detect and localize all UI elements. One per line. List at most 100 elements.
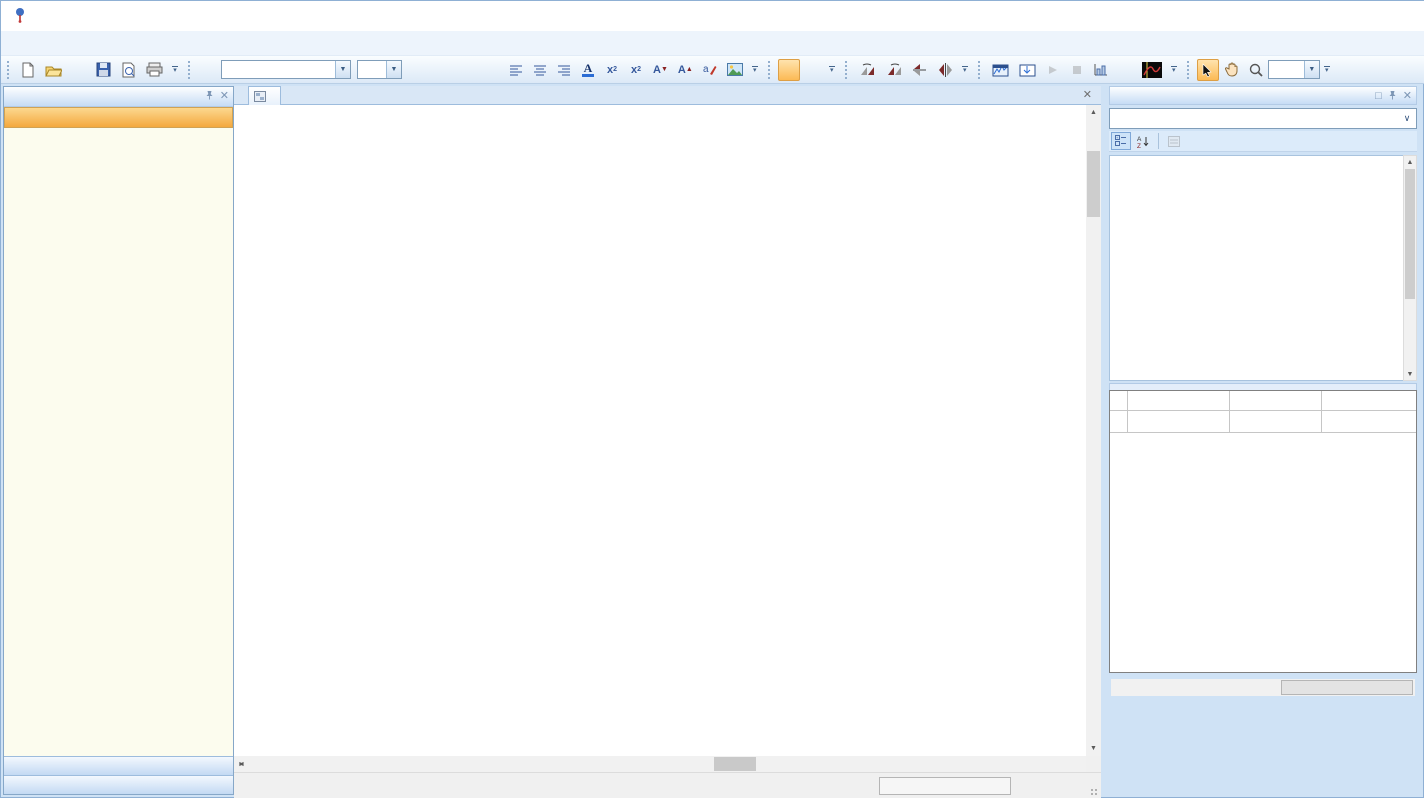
toolbar-grip [768, 61, 773, 79]
font-color-icon[interactable]: A [577, 59, 599, 81]
pan-tool-icon[interactable] [1221, 59, 1243, 81]
print-preview-icon[interactable] [117, 59, 140, 81]
shrink-font-icon[interactable]: A▼ [649, 59, 672, 81]
input-section-bar[interactable] [4, 756, 233, 775]
minimize-button[interactable] [1287, 1, 1333, 31]
superscript-icon[interactable]: x2 [625, 59, 647, 81]
open-file-icon[interactable] [41, 59, 66, 81]
toolbar-overflow-icon[interactable]: ▾ [960, 60, 970, 80]
font-family-select[interactable]: ▼ [221, 60, 351, 79]
close-button[interactable] [1379, 1, 1424, 31]
hscroll-thumb[interactable] [1281, 680, 1413, 695]
canvas-vertical-scrollbar[interactable]: ▲ ▼ [1086, 105, 1101, 756]
table-row[interactable] [1110, 411, 1416, 433]
property-grid [1109, 155, 1403, 381]
vscroll-thumb[interactable] [1405, 169, 1415, 299]
control-blocks-header[interactable] [4, 107, 233, 128]
column-block[interactable] [1128, 391, 1230, 410]
new-file-icon[interactable] [17, 59, 39, 81]
chevron-down-icon[interactable]: ▼ [335, 61, 350, 78]
toolbar-overflow-icon[interactable]: ▾ [1169, 60, 1179, 80]
font-icon[interactable] [198, 59, 220, 81]
align-right-icon[interactable] [553, 59, 575, 81]
stop-icon[interactable] [1066, 59, 1088, 81]
chevron-down-icon[interactable]: ▼ [1304, 61, 1319, 78]
rename-icon[interactable]: a [699, 59, 721, 81]
toolbar-grip [845, 61, 850, 79]
print-icon[interactable] [142, 59, 167, 81]
strikethrough-button[interactable] [481, 59, 503, 81]
status-progress-box [879, 777, 1011, 795]
vscroll-thumb[interactable] [1087, 151, 1100, 217]
svg-text:A: A [1137, 136, 1142, 143]
pointer-tool-button[interactable] [1197, 59, 1219, 81]
simulation-mode-button[interactable] [778, 59, 800, 81]
plot-window-icon[interactable] [988, 59, 1013, 81]
zoom-level-select[interactable]: ▼ [1268, 60, 1320, 79]
scroll-down-icon[interactable]: ▼ [1404, 368, 1416, 380]
title-bar [1, 1, 1424, 31]
column-name[interactable] [1230, 391, 1322, 410]
property-pages-icon[interactable] [1164, 132, 1184, 150]
toolbar-overflow-icon[interactable]: ▾ [750, 60, 760, 80]
chevron-down-icon[interactable]: ∨ [1398, 109, 1416, 128]
flip-vertical-icon[interactable] [909, 59, 932, 81]
grow-font-icon[interactable]: A▲ [674, 59, 697, 81]
font-size-select[interactable]: ▼ [357, 60, 402, 79]
model-parameters-scrollbar[interactable] [1111, 679, 1415, 696]
align-center-icon[interactable] [529, 59, 551, 81]
diagram[interactable] [234, 105, 1086, 756]
diagram-canvas[interactable] [234, 105, 1086, 756]
object-selector[interactable]: ∨ [1109, 108, 1417, 129]
close-tab-icon[interactable]: ✕ [1083, 88, 1092, 101]
close-icon[interactable]: ✕ [1403, 91, 1412, 102]
toolbar-grip [1187, 61, 1192, 79]
toolbar-grip [7, 61, 12, 79]
scroll-up-icon[interactable]: ▲ [1404, 156, 1416, 168]
insert-image-icon[interactable] [723, 59, 747, 81]
toolbar-overflow-icon[interactable]: ▾ [1322, 60, 1332, 80]
run-icon[interactable] [1042, 59, 1064, 81]
rotate-left-icon[interactable] [855, 59, 880, 81]
close-diagram-button[interactable] [68, 59, 90, 81]
scroll-down-icon[interactable]: ▼ [1086, 741, 1101, 756]
close-plots-button[interactable] [1114, 59, 1136, 81]
subscript-icon[interactable]: x2 [601, 59, 623, 81]
pin-icon[interactable] [1388, 90, 1397, 103]
categorized-view-icon[interactable]: + [1111, 132, 1131, 150]
column-value[interactable] [1322, 391, 1416, 410]
align-left-icon[interactable] [505, 59, 527, 81]
chevron-down-icon[interactable]: ▼ [386, 61, 401, 78]
scroll-right-icon[interactable]: ► [234, 756, 249, 772]
bold-button[interactable] [409, 59, 431, 81]
rotate-right-icon[interactable] [882, 59, 907, 81]
zoom-tool-icon[interactable] [1245, 59, 1267, 81]
alphabetical-sort-icon[interactable]: AZ [1133, 132, 1153, 150]
sidebar-header: ✕ [4, 87, 233, 107]
menu-bar [1, 31, 1424, 56]
underline-button[interactable] [457, 59, 479, 81]
resize-grip[interactable] [1090, 788, 1098, 796]
maximize-button[interactable] [1333, 1, 1379, 31]
plot-theme-icon[interactable] [1138, 59, 1166, 81]
output-section-bar[interactable] [4, 775, 233, 794]
canvas-horizontal-scrollbar[interactable]: ◄ ► [234, 756, 1086, 772]
column-chart-icon[interactable] [1090, 59, 1112, 81]
plot-export-icon[interactable] [1015, 59, 1040, 81]
float-window-icon[interactable]: □ [1375, 91, 1382, 102]
toolbar-overflow-icon[interactable]: ▾ [170, 60, 180, 80]
flip-horizontal-icon[interactable] [934, 59, 957, 81]
model-parameters-table [1109, 390, 1417, 673]
scroll-up-icon[interactable]: ▲ [1086, 105, 1101, 120]
close-icon[interactable]: ✕ [220, 91, 229, 102]
dpet-mode-button[interactable] [802, 59, 824, 81]
pin-icon[interactable] [205, 90, 214, 103]
italic-button[interactable] [433, 59, 455, 81]
save-icon[interactable] [92, 59, 115, 81]
app-icon [13, 7, 28, 26]
hscroll-thumb[interactable] [714, 757, 756, 771]
document-tab-bar: ✕ [234, 86, 1101, 105]
toolbar-overflow-icon[interactable]: ▾ [827, 60, 837, 80]
property-grid-scrollbar[interactable]: ▲ ▼ [1403, 155, 1417, 381]
tab-acdcconv[interactable] [248, 86, 281, 105]
